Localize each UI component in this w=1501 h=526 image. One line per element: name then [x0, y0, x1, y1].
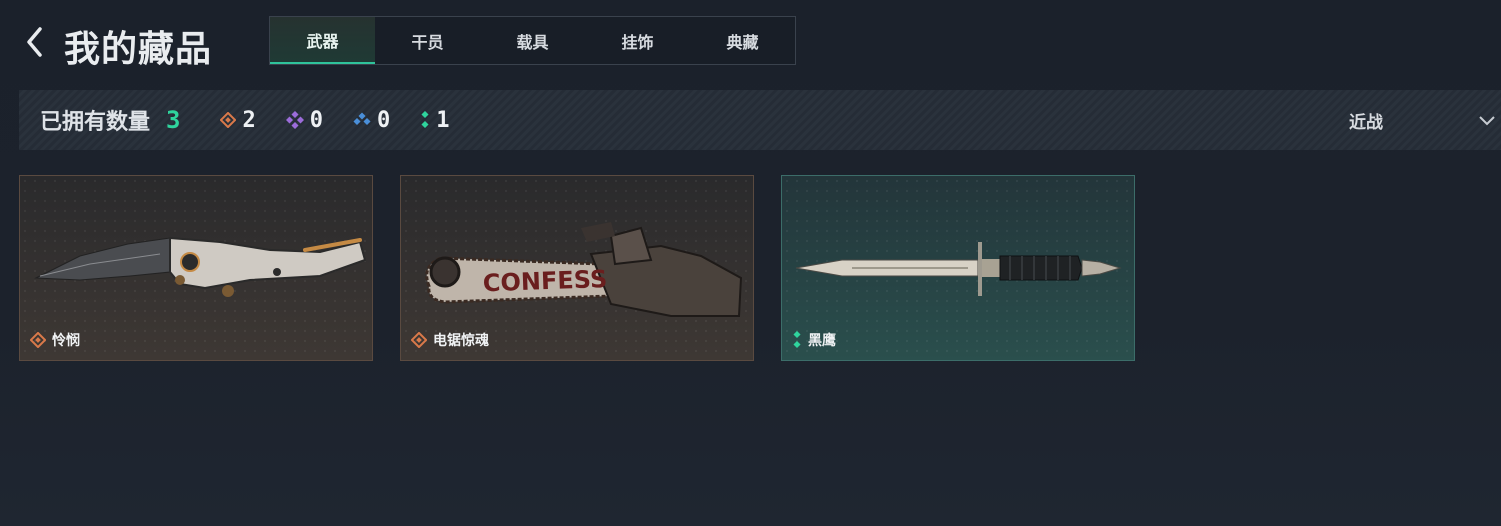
item-name-row: 怜悯	[30, 330, 80, 350]
chevron-down-icon	[1479, 116, 1495, 126]
item-name: 怜悯	[52, 333, 80, 349]
tab-charms[interactable]: 挂饰	[585, 17, 690, 64]
chainsaw-decal-text: CONFESS	[482, 265, 607, 297]
item-card[interactable]: 黑鹰	[781, 175, 1135, 361]
rarity-purple-count: 0	[285, 108, 323, 133]
purple-diamond-icon	[285, 111, 304, 129]
item-name: 电锯惊魂	[433, 333, 489, 349]
tab-collection[interactable]: 典藏	[690, 17, 795, 64]
tab-weapons[interactable]: 武器	[270, 17, 375, 64]
item-name: 黑鹰	[808, 333, 836, 349]
green-diamond-icon	[793, 331, 801, 349]
rarity-orange-count: 2	[220, 108, 256, 133]
rarity-blue-count: 0	[353, 108, 390, 133]
rarity-green-count: 1	[420, 108, 449, 133]
page-title: 我的藏品	[64, 29, 213, 70]
tab-operators[interactable]: 干员	[375, 17, 480, 64]
item-card[interactable]: CONFESS 电锯惊魂	[400, 175, 754, 361]
blue-diamond-icon	[353, 112, 371, 126]
chevron-left-icon	[27, 27, 42, 57]
item-name-row: 电锯惊魂	[411, 330, 489, 350]
item-name-row: 黑鹰	[792, 330, 836, 350]
filter-selected-value: 近战	[1349, 112, 1383, 133]
category-filter-dropdown[interactable]: 近战	[1341, 90, 1501, 150]
item-card[interactable]: 怜悯	[19, 175, 373, 361]
orange-diamond-icon	[411, 332, 427, 348]
stats-bar: 已拥有数量 3 2 0 0 1 近战	[19, 90, 1501, 150]
category-tabs: 武器 干员 载具 挂饰 典藏	[269, 16, 796, 65]
orange-diamond-icon	[220, 112, 237, 128]
back-button[interactable]	[22, 26, 46, 58]
owned-count-label: 已拥有数量	[40, 110, 151, 135]
owned-total: 3	[166, 106, 181, 134]
tab-vehicles[interactable]: 载具	[480, 17, 585, 64]
orange-diamond-icon	[30, 332, 46, 348]
green-diamond-icon	[421, 111, 429, 129]
